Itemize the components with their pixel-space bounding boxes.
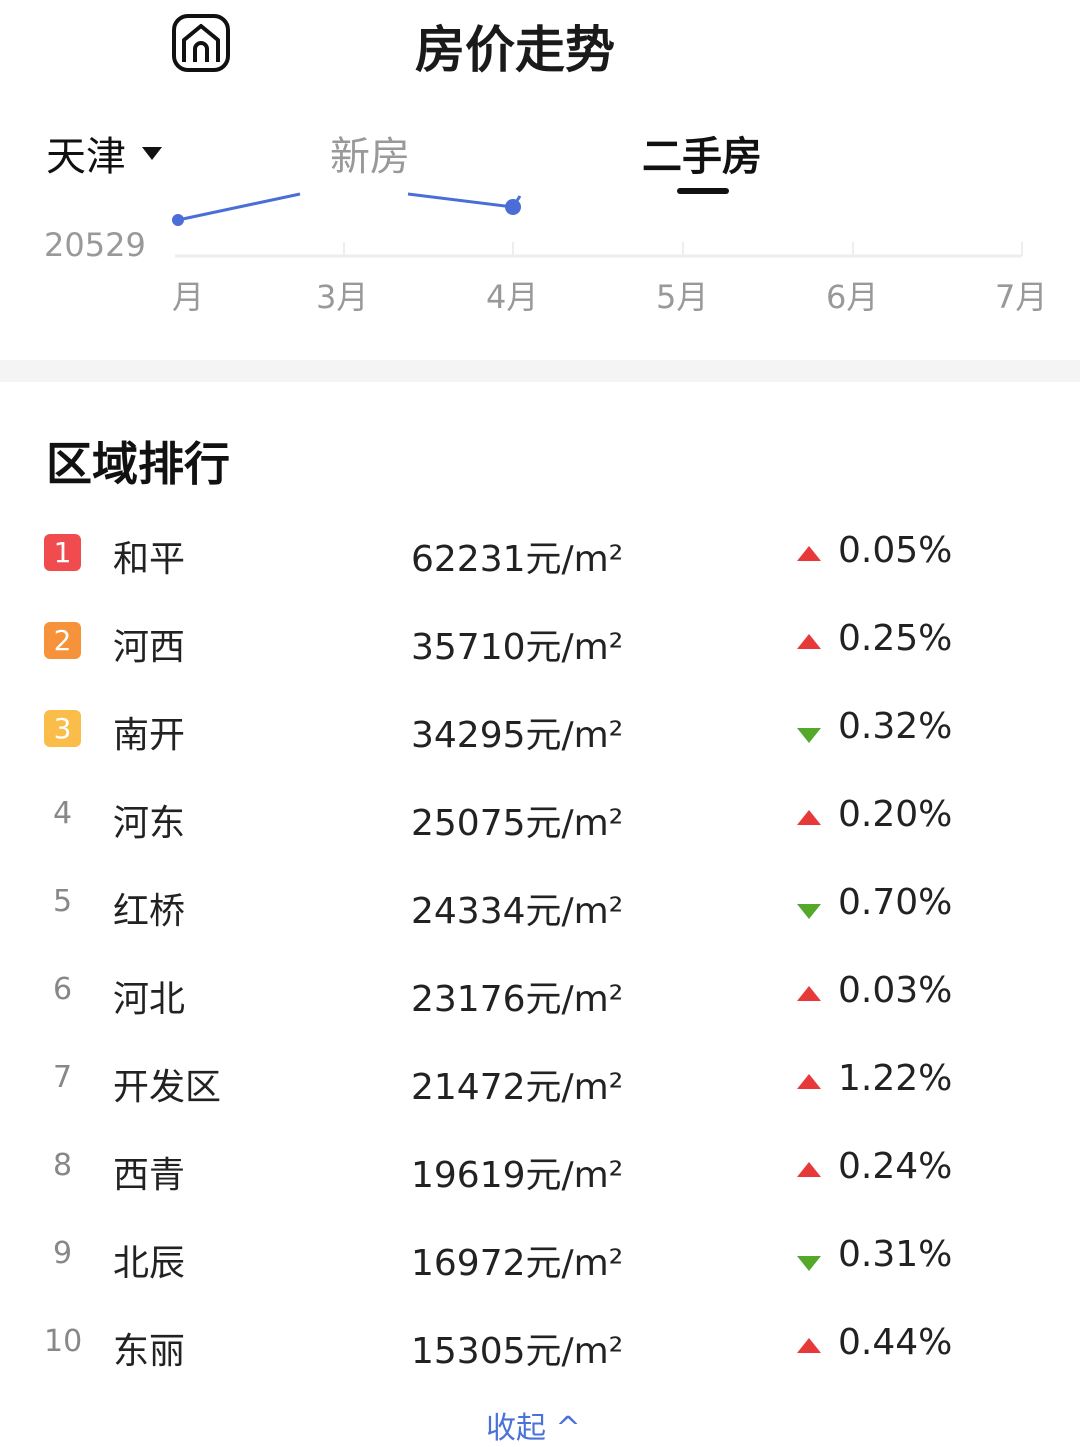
price-change: 0.44% <box>838 1322 953 1363</box>
ranking-row[interactable]: 10 东丽 15305元/m² 0.44% <box>0 1300 1080 1388</box>
price-chart: 20529 月 3月 4月 5月 6月 7月 <box>0 190 1080 330</box>
price-change: 0.70% <box>838 882 953 923</box>
area-price: 35710元/m² <box>411 627 624 668</box>
ranking-row[interactable]: 4 河东 25075元/m² 0.20% <box>0 772 1080 860</box>
rank-number: 10 <box>44 1324 83 1359</box>
up-arrow-icon <box>797 546 821 561</box>
up-arrow-icon <box>797 986 821 1001</box>
area-name: 北辰 <box>113 1243 186 1284</box>
city-label: 天津 <box>46 134 126 180</box>
tab-second-hand-house[interactable]: 二手房 <box>642 124 762 182</box>
ranking-row[interactable]: 3 南开 34295元/m² 0.32% <box>0 684 1080 772</box>
ranking-row[interactable]: 6 河北 23176元/m² 0.03% <box>0 948 1080 1036</box>
ranking-row[interactable]: 2 河西 35710元/m² 0.25% <box>0 596 1080 684</box>
price-change: 0.31% <box>838 1234 953 1275</box>
ranking-row[interactable]: 7 开发区 21472元/m² 1.22% <box>0 1036 1080 1124</box>
tab-bar: 天津 新房 二手房 <box>0 110 1080 200</box>
x-tick-label: 3月 <box>316 278 369 316</box>
area-name: 南开 <box>113 715 186 756</box>
area-name: 东丽 <box>113 1331 186 1372</box>
down-arrow-icon <box>797 904 821 919</box>
up-arrow-icon <box>797 1074 821 1089</box>
up-arrow-icon <box>797 810 821 825</box>
area-price: 62231元/m² <box>411 539 624 580</box>
area-name: 红桥 <box>113 891 186 932</box>
area-name: 和平 <box>113 539 186 580</box>
price-change: 0.32% <box>838 706 953 747</box>
area-price: 34295元/m² <box>411 715 624 756</box>
header: 房价走势 <box>0 0 1080 100</box>
area-name: 开发区 <box>113 1067 222 1108</box>
price-change: 1.22% <box>838 1058 953 1099</box>
area-name: 西青 <box>113 1155 186 1196</box>
price-series-line <box>407 192 522 209</box>
rank-number: 7 <box>52 1060 73 1095</box>
area-name: 河东 <box>113 803 186 844</box>
collapse-button[interactable]: 收起 ^ <box>486 1403 581 1447</box>
area-price: 19619元/m² <box>411 1155 624 1196</box>
area-price: 25075元/m² <box>411 803 624 844</box>
price-change: 0.20% <box>838 794 953 835</box>
data-point <box>172 214 184 226</box>
x-tick-label: 5月 <box>656 278 709 316</box>
y-axis-label: 20529 <box>44 226 146 264</box>
down-arrow-icon <box>797 1256 821 1271</box>
chart-plot <box>172 192 1023 258</box>
ranking-row[interactable]: 9 北辰 16972元/m² 0.31% <box>0 1212 1080 1300</box>
section-title: 区域排行 <box>46 437 230 491</box>
area-price: 15305元/m² <box>411 1331 624 1372</box>
down-arrow-icon <box>797 728 821 743</box>
rank-badge: 2 <box>44 622 81 659</box>
tab-new-house[interactable]: 新房 <box>330 124 410 182</box>
rank-number: 5 <box>52 884 73 919</box>
price-change: 0.25% <box>838 618 953 659</box>
price-change: 0.24% <box>838 1146 953 1187</box>
rank-number: 6 <box>52 972 73 1007</box>
x-tick-label: 7月 <box>995 278 1048 316</box>
home-button[interactable] <box>170 12 232 74</box>
data-point <box>505 199 521 215</box>
x-tick-label: 4月 <box>486 278 539 316</box>
rank-number: 8 <box>52 1148 73 1183</box>
x-tick-label: 6月 <box>826 278 879 316</box>
up-arrow-icon <box>797 634 821 649</box>
rank-number: 4 <box>52 796 73 831</box>
x-tick-label: 月 <box>172 278 205 316</box>
area-price: 16972元/m² <box>411 1243 624 1284</box>
area-price: 23176元/m² <box>411 979 624 1020</box>
rank-number: 9 <box>52 1236 73 1271</box>
home-icon <box>172 14 230 72</box>
city-selector[interactable]: 天津 <box>46 124 162 182</box>
rank-badge: 3 <box>44 710 81 747</box>
up-arrow-icon <box>797 1338 821 1353</box>
up-arrow-icon <box>797 1162 821 1177</box>
area-name: 河西 <box>113 627 186 668</box>
area-price: 24334元/m² <box>411 891 624 932</box>
area-price: 21472元/m² <box>411 1067 624 1108</box>
section-divider <box>0 360 1080 382</box>
ranking-row[interactable]: 8 西青 19619元/m² 0.24% <box>0 1124 1080 1212</box>
price-change: 0.05% <box>838 530 953 571</box>
price-series-line <box>177 192 301 222</box>
caret-down-icon <box>142 146 162 160</box>
price-change: 0.03% <box>838 970 953 1011</box>
ranking-row[interactable]: 1 和平 62231元/m² 0.05% <box>0 508 1080 596</box>
ranking-list: 1 和平 62231元/m² 0.05% 2 河西 35710元/m² 0.25… <box>0 508 1080 1388</box>
area-name: 河北 <box>113 979 186 1020</box>
ranking-row[interactable]: 5 红桥 24334元/m² 0.70% <box>0 860 1080 948</box>
rank-badge: 1 <box>44 534 81 571</box>
